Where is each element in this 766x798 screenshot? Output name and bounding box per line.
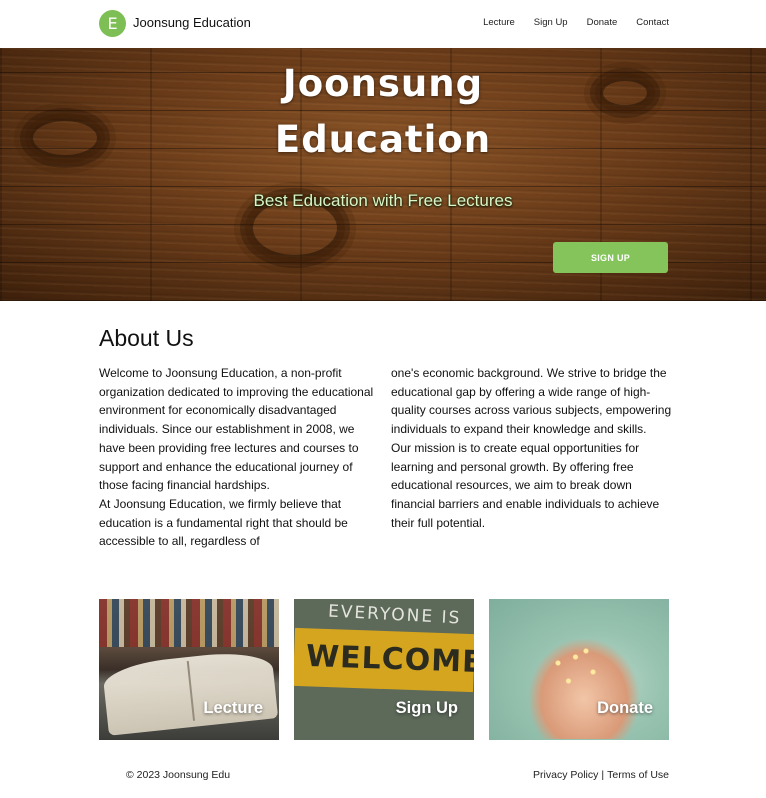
top-nav: E Joonsung Education Lecture Sign Up Don…: [0, 0, 766, 48]
hero-sign-up-button[interactable]: SIGN UP: [553, 242, 668, 273]
sign-top-text: EVERYONE IS: [327, 601, 462, 629]
card-label: Donate: [597, 699, 653, 717]
nav-link-sign-up[interactable]: Sign Up: [534, 17, 568, 28]
card-donate[interactable]: Donate: [489, 599, 669, 740]
about-paragraph: one's economic background. We strive to …: [391, 366, 672, 437]
bookshelf-image: [99, 599, 279, 647]
nav-link-donate[interactable]: Donate: [587, 17, 618, 28]
terms-of-use-link[interactable]: Terms of Use: [607, 769, 669, 781]
sign-welcome-text: WELCOME: [305, 638, 474, 681]
brand-name[interactable]: Joonsung Education: [133, 15, 251, 30]
about-paragraph: Our mission is to create equal opportuni…: [391, 440, 660, 530]
about-title: About Us: [99, 325, 194, 351]
card-sign-up[interactable]: EVERYONE IS WELCOME Sign Up: [294, 599, 474, 740]
nav-link-contact[interactable]: Contact: [636, 17, 669, 28]
about-text-left: Welcome to Joonsung Education, a non-pro…: [99, 364, 381, 551]
footer-separator: |: [601, 769, 605, 781]
card-lecture[interactable]: Lecture: [99, 599, 279, 740]
card-label: Lecture: [203, 699, 263, 717]
nav-link-lecture[interactable]: Lecture: [483, 17, 515, 28]
nav-links: Lecture Sign Up Donate Contact: [483, 17, 669, 28]
copyright-text: © 2023 Joonsung Edu: [126, 769, 231, 781]
open-book-image: [101, 648, 279, 736]
hero-title-line1: Joonsung: [282, 62, 484, 105]
about-paragraph: At Joonsung Education, we firmly believe…: [99, 496, 348, 549]
hero-banner: Joonsung Education Best Education with F…: [0, 48, 766, 301]
fairy-lights-image: [544, 639, 614, 699]
about-paragraph: Welcome to Joonsung Education, a non-pro…: [99, 366, 374, 493]
about-text-right: one's economic background. We strive to …: [391, 364, 673, 532]
hero-title: Joonsung Education: [0, 56, 766, 168]
hero-title-line2: Education: [274, 118, 492, 161]
privacy-policy-link[interactable]: Privacy Policy: [533, 769, 598, 781]
hero-subtitle: Best Education with Free Lectures: [253, 191, 513, 210]
card-label: Sign Up: [395, 699, 458, 717]
logo-icon[interactable]: E: [99, 10, 126, 37]
footer-links: Privacy Policy | Terms of Use: [533, 769, 669, 781]
